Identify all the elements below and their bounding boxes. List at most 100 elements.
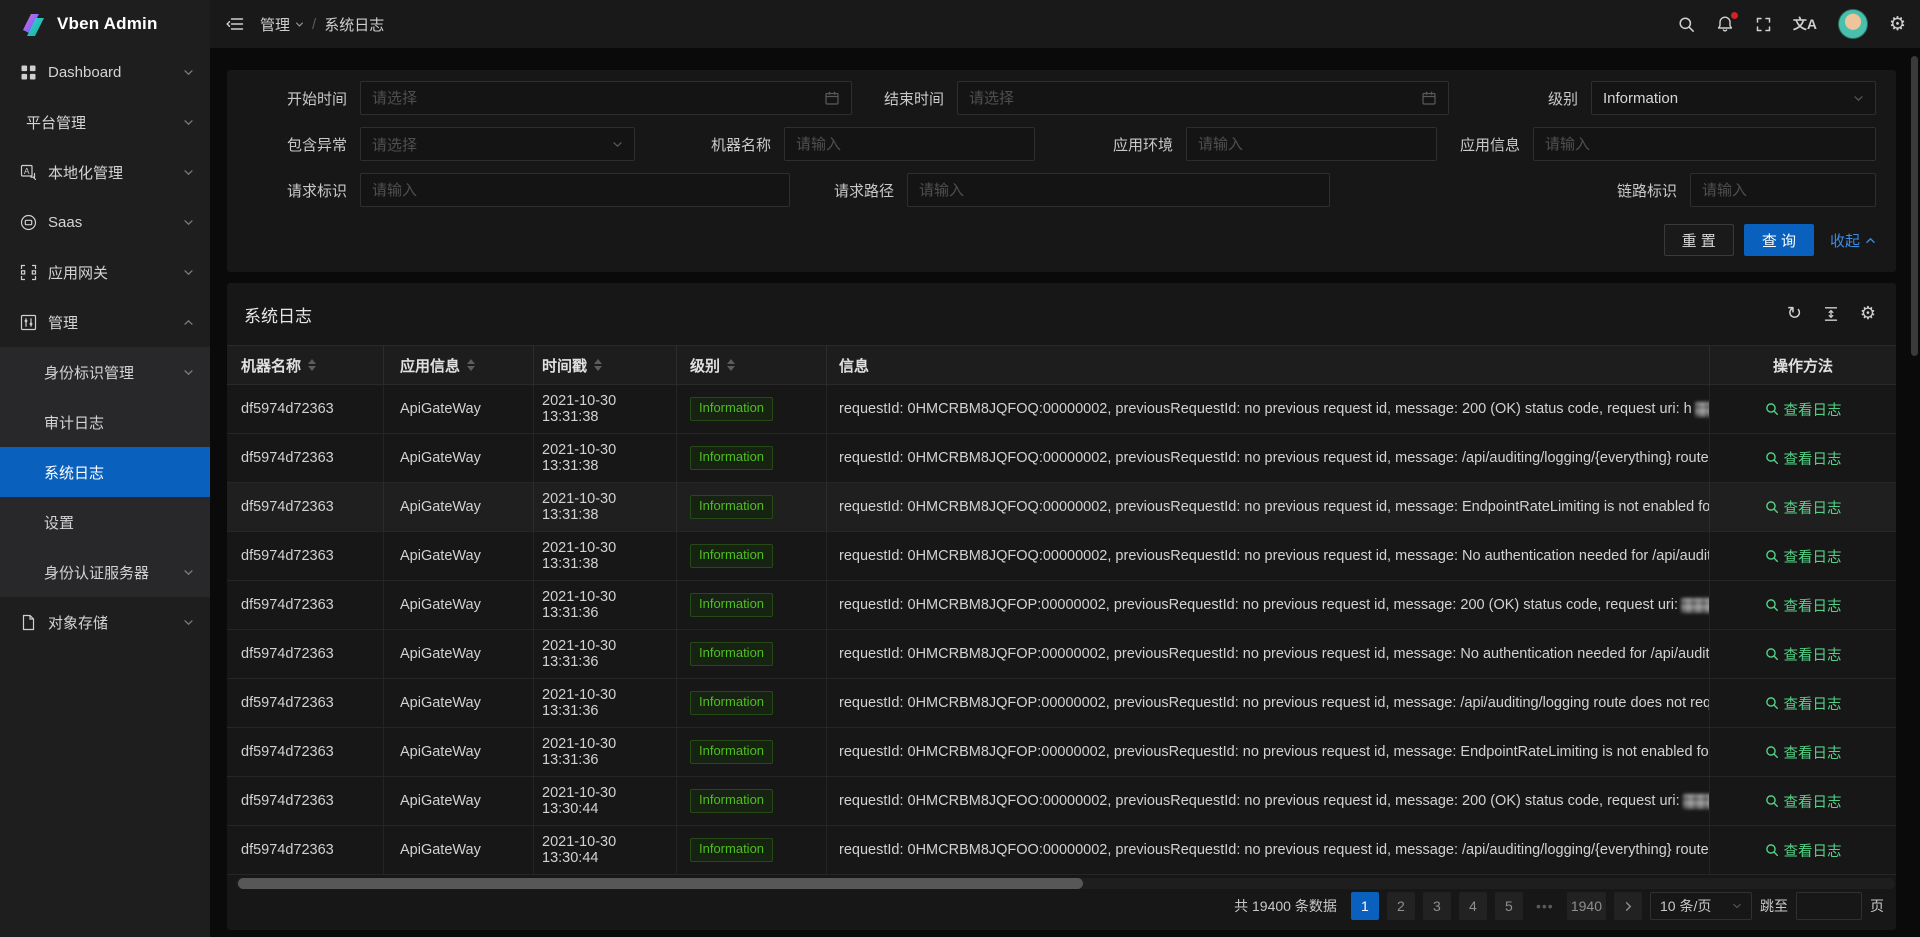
fullscreen-icon[interactable] xyxy=(1755,16,1772,33)
view-log-link[interactable]: 查看日志 xyxy=(1765,742,1842,763)
start-time-input-field[interactable] xyxy=(372,90,816,107)
notification-bell-icon[interactable] xyxy=(1716,15,1734,33)
view-log-link[interactable]: 查看日志 xyxy=(1765,791,1842,812)
table-row[interactable]: df5974d72363 ApiGateWay 2021-10-30 13:31… xyxy=(227,581,1896,630)
request-id-input[interactable] xyxy=(360,173,790,207)
column-header-app-info[interactable]: 应用信息 xyxy=(384,346,534,384)
table-settings-icon[interactable]: ⚙ xyxy=(1860,305,1876,323)
page-button-2[interactable]: 2 xyxy=(1387,892,1415,920)
reset-button[interactable]: 重 置 xyxy=(1664,224,1734,256)
query-button[interactable]: 查 询 xyxy=(1744,224,1814,256)
sidebar-item-audit-log[interactable]: 审计日志 xyxy=(0,397,210,447)
table-row[interactable]: df5974d72363 ApiGateWay 2021-10-30 13:31… xyxy=(227,630,1896,679)
sort-icon[interactable] xyxy=(308,359,316,371)
machine-name-input-field[interactable] xyxy=(796,136,1023,153)
sort-icon[interactable] xyxy=(467,359,475,371)
table-row[interactable]: df5974d72363 ApiGateWay 2021-10-30 13:31… xyxy=(227,532,1896,581)
column-label: 应用信息 xyxy=(400,355,460,376)
collapse-link[interactable]: 收起 xyxy=(1830,230,1876,251)
sidebar-item-identity-server[interactable]: 身份认证服务器 xyxy=(0,547,210,597)
user-avatar[interactable] xyxy=(1838,9,1868,39)
sidebar-item-identity-management[interactable]: 身份标识管理 xyxy=(0,347,210,397)
table-row[interactable]: df5974d72363 ApiGateWay 2021-10-30 13:31… xyxy=(227,679,1896,728)
view-log-link[interactable]: 查看日志 xyxy=(1765,840,1842,861)
cell-timestamp: 2021-10-30 13:31:36 xyxy=(534,679,677,727)
table-row[interactable]: df5974d72363 ApiGateWay 2021-10-30 13:31… xyxy=(227,728,1896,777)
message-text: requestId: 0HMCRBM8JQFOQ:00000002, previ… xyxy=(839,499,1710,515)
has-exception-select[interactable]: 请选择 xyxy=(360,127,635,161)
page-button-1[interactable]: 1 xyxy=(1351,892,1379,920)
object-storage-icon xyxy=(20,614,37,631)
table-row[interactable]: df5974d72363 ApiGateWay 2021-10-30 13:30… xyxy=(227,826,1896,875)
sidebar-item-management[interactable]: 管理 xyxy=(0,297,210,347)
settings-gear-icon[interactable]: ⚙ xyxy=(1889,15,1906,34)
end-time-input-field[interactable] xyxy=(969,90,1413,107)
sidebar-item-app-gateway[interactable]: 应用网关 xyxy=(0,247,210,297)
sidebar-item-saas[interactable]: Saas xyxy=(0,197,210,247)
vertical-scrollbar-thumb[interactable] xyxy=(1911,56,1918,356)
pagination-total: 共 19400 条数据 xyxy=(1234,896,1337,916)
column-header-timestamp[interactable]: 时间戳 xyxy=(534,346,677,384)
table-row[interactable]: df5974d72363 ApiGateWay 2021-10-30 13:31… xyxy=(227,434,1896,483)
cell-app-info: ApiGateWay xyxy=(384,679,534,727)
sidebar-item-settings[interactable]: 设置 xyxy=(0,497,210,547)
table-row[interactable]: df5974d72363 ApiGateWay 2021-10-30 13:31… xyxy=(227,483,1896,532)
start-time-input[interactable] xyxy=(360,81,852,115)
cell-message: requestId: 0HMCRBM8JQFOP:00000002, previ… xyxy=(827,728,1710,776)
column-header-machine[interactable]: 机器名称 xyxy=(227,346,384,384)
horizontal-scrollbar-track[interactable] xyxy=(236,878,1895,889)
menu-fold-icon[interactable] xyxy=(222,11,248,37)
trace-id-input-field[interactable] xyxy=(1702,182,1864,199)
blurred-text xyxy=(1695,402,1710,417)
page-button-4[interactable]: 4 xyxy=(1459,892,1487,920)
calendar-icon xyxy=(824,90,840,106)
sidebar-item-localization[interactable]: A 本地化管理 xyxy=(0,147,210,197)
cell-message: requestId: 0HMCRBM8JQFOQ:00000002, previ… xyxy=(827,483,1710,531)
request-id-input-field[interactable] xyxy=(372,182,778,199)
app-info-input[interactable] xyxy=(1533,127,1876,161)
view-log-link[interactable]: 查看日志 xyxy=(1765,448,1842,469)
language-switch-icon[interactable]: 文A xyxy=(1793,14,1817,34)
view-log-link[interactable]: 查看日志 xyxy=(1765,546,1842,567)
search-icon[interactable] xyxy=(1678,16,1695,33)
sort-icon[interactable] xyxy=(594,359,602,371)
trace-id-input[interactable] xyxy=(1690,173,1876,207)
end-time-input[interactable] xyxy=(957,81,1449,115)
request-path-input-field[interactable] xyxy=(919,182,1318,199)
sort-icon[interactable] xyxy=(727,359,735,371)
view-log-link[interactable]: 查看日志 xyxy=(1765,693,1842,714)
view-log-link[interactable]: 查看日志 xyxy=(1765,595,1842,616)
page-button-1940[interactable]: 1940 xyxy=(1567,892,1606,920)
page-size-select[interactable]: 10 条/页 xyxy=(1650,892,1752,920)
cell-actions: 查看日志 xyxy=(1710,728,1896,776)
request-path-input[interactable] xyxy=(907,173,1330,207)
page-button-3[interactable]: 3 xyxy=(1423,892,1451,920)
view-log-link[interactable]: 查看日志 xyxy=(1765,497,1842,518)
level-badge: Information xyxy=(690,789,773,812)
app-env-input-field[interactable] xyxy=(1198,136,1425,153)
refresh-icon[interactable]: ↻ xyxy=(1787,305,1802,323)
column-header-level[interactable]: 级别 xyxy=(677,346,827,384)
jump-page-input[interactable] xyxy=(1796,892,1862,920)
next-page-button[interactable] xyxy=(1614,892,1642,920)
sidebar-item-system-log[interactable]: 系统日志 xyxy=(0,447,210,497)
view-log-link[interactable]: 查看日志 xyxy=(1765,644,1842,665)
app-logo[interactable]: Vben Admin xyxy=(0,0,210,47)
machine-name-input[interactable] xyxy=(784,127,1035,161)
table-row[interactable]: df5974d72363 ApiGateWay 2021-10-30 13:30… xyxy=(227,777,1896,826)
breadcrumb-section[interactable]: 管理 xyxy=(260,14,304,35)
sidebar-item-dashboard[interactable]: Dashboard xyxy=(0,47,210,97)
horizontal-scrollbar-thumb[interactable] xyxy=(238,878,1083,889)
table-row[interactable]: df5974d72363 ApiGateWay 2021-10-30 13:31… xyxy=(227,385,1896,434)
page-button-5[interactable]: 5 xyxy=(1495,892,1523,920)
cell-machine-name: df5974d72363 xyxy=(227,385,384,433)
column-height-icon[interactable] xyxy=(1823,306,1839,322)
system-log-table-panel: 系统日志 ↻ ⚙ 机器名称 应用信息 时间戳 级别 xyxy=(227,283,1896,930)
sidebar-item-label: 对象存储 xyxy=(48,612,183,633)
app-env-input[interactable] xyxy=(1186,127,1437,161)
level-select[interactable]: Information xyxy=(1591,81,1876,115)
view-log-link[interactable]: 查看日志 xyxy=(1765,399,1842,420)
sidebar-item-platform-management[interactable]: 平台管理 xyxy=(0,97,210,147)
app-info-input-field[interactable] xyxy=(1545,136,1864,153)
sidebar-item-object-storage[interactable]: 对象存储 xyxy=(0,597,210,647)
